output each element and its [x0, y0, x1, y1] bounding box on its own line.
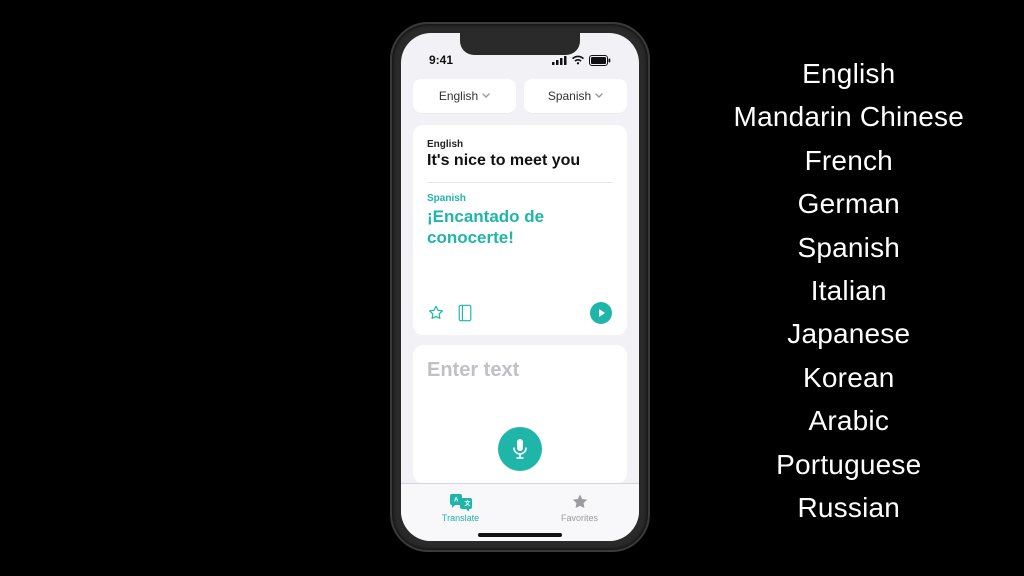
target-language-button[interactable]: Spanish	[524, 79, 627, 113]
svg-text:A: A	[454, 497, 459, 503]
wifi-icon	[571, 55, 585, 65]
source-language-button[interactable]: English	[413, 79, 516, 113]
translate-icon: A文	[449, 493, 473, 511]
target-language-label: Spanish	[548, 89, 591, 103]
play-audio-button[interactable]	[589, 301, 613, 325]
status-indicators	[552, 55, 623, 66]
list-item: French	[734, 139, 964, 182]
tab-favorites-label: Favorites	[561, 513, 598, 523]
phone-screen: 9:41 English Span	[401, 33, 639, 541]
notch	[460, 33, 580, 55]
list-item: Spanish	[734, 226, 964, 269]
text-input-card[interactable]: Enter text	[413, 345, 627, 483]
list-item: Korean	[734, 356, 964, 399]
supported-languages-list: English Mandarin Chinese French German S…	[734, 52, 964, 529]
battery-icon	[589, 55, 611, 66]
list-item: Italian	[734, 269, 964, 312]
tab-translate[interactable]: A文 Translate	[401, 484, 520, 531]
home-indicator[interactable]	[478, 533, 562, 537]
status-time: 9:41	[417, 53, 453, 67]
target-lang-label: Spanish	[427, 193, 613, 204]
microphone-icon	[511, 438, 529, 460]
translation-card: English It's nice to meet you Spanish ¡E…	[413, 125, 627, 335]
list-item: Arabic	[734, 399, 964, 442]
tab-favorites[interactable]: Favorites	[520, 484, 639, 531]
phone-frame: 9:41 English Span	[390, 22, 650, 552]
divider	[427, 182, 613, 183]
svg-text:文: 文	[463, 499, 471, 507]
list-item: Japanese	[734, 312, 964, 355]
microphone-button[interactable]	[498, 427, 542, 471]
card-actions	[427, 291, 613, 325]
cellular-icon	[552, 55, 567, 65]
list-item: English	[734, 52, 964, 95]
target-text: ¡Encantado de conocerte!	[427, 206, 613, 249]
tab-translate-label: Translate	[442, 513, 479, 523]
list-item: Mandarin Chinese	[734, 95, 964, 138]
list-item: German	[734, 182, 964, 225]
source-language-label: English	[439, 89, 478, 103]
chevron-down-icon	[482, 93, 490, 99]
source-lang-label: English	[427, 139, 613, 150]
list-item: Russian	[734, 486, 964, 529]
list-item: Portuguese	[734, 443, 964, 486]
favorite-star-icon[interactable]	[427, 304, 445, 322]
dictionary-icon[interactable]	[457, 304, 473, 322]
star-icon	[570, 493, 590, 511]
input-placeholder: Enter text	[427, 359, 613, 382]
language-selector-row: English Spanish	[413, 79, 627, 113]
source-text: It's nice to meet you	[427, 152, 613, 170]
chevron-down-icon	[595, 93, 603, 99]
